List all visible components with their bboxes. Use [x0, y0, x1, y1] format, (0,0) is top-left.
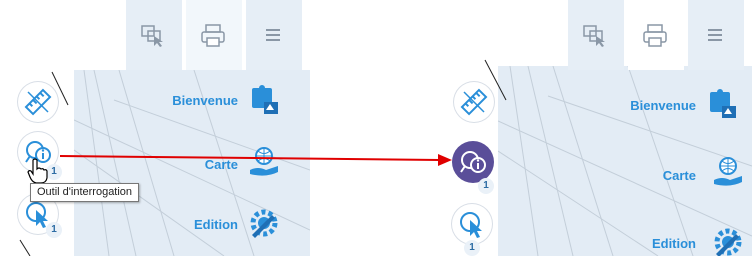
select-tool-button[interactable]: [452, 204, 492, 244]
menu-item-bienvenue[interactable]: Bienvenue: [630, 98, 696, 113]
select-cursor-icon: [460, 212, 482, 238]
toolbar-menu-button[interactable]: [688, 0, 744, 70]
puzzle-icon[interactable]: [706, 88, 738, 120]
toolbar-selection-button[interactable]: [568, 0, 624, 70]
menu-lines-icon: [708, 29, 722, 41]
selection-window-icon: [583, 25, 605, 47]
info-query-icon: [460, 151, 486, 173]
right-screenshot: Bienvenue Carte Edition 1 1: [448, 0, 752, 256]
globe-hand-icon[interactable]: [712, 156, 744, 188]
toolbar-print-button[interactable]: [628, 0, 684, 70]
query-tool-button[interactable]: [452, 141, 494, 183]
menu-item-carte[interactable]: Carte: [663, 168, 696, 183]
pencil-gear-icon[interactable]: [712, 226, 744, 256]
measure-icon: [460, 88, 488, 116]
menu-item-edition[interactable]: Edition: [652, 236, 696, 251]
query-tool-count-badge: 1: [478, 178, 494, 194]
select-tool-count-badge: 1: [464, 240, 480, 256]
measure-tool-button[interactable]: [454, 82, 494, 122]
print-icon: [643, 24, 667, 47]
